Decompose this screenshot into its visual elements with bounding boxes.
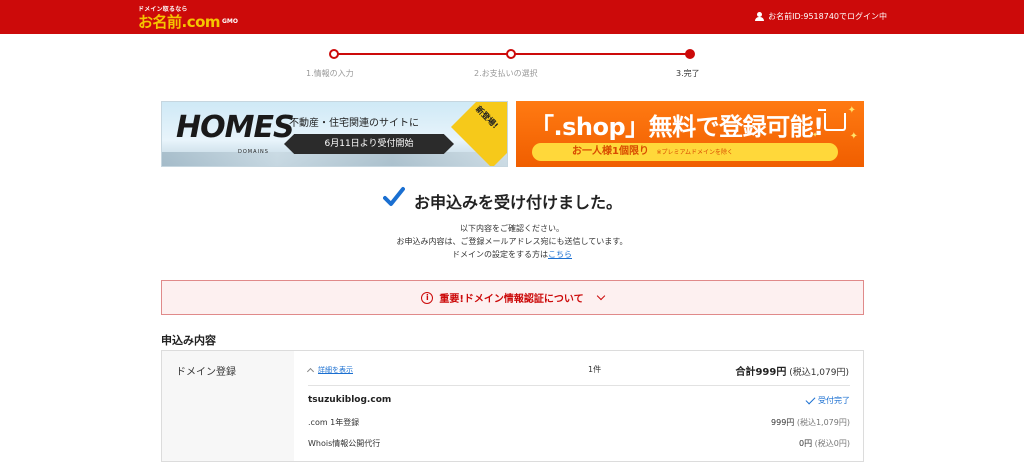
line-item: Whois情報公開代行 0円 (税込0円) <box>308 438 850 449</box>
login-text: お名前ID:9518740でログイン中 <box>768 12 887 21</box>
line-item-label: Whois情報公開代行 <box>308 439 381 448</box>
line-item-tax: (税込0円) <box>814 439 850 448</box>
step-dot-2 <box>506 49 516 59</box>
line-item-price: 999円 <box>771 418 795 427</box>
status-badge: 受付完了 <box>805 394 850 406</box>
info-icon: i <box>421 291 434 304</box>
logo-text: お名前.com <box>138 13 221 31</box>
line-item-price-wrap: 999円 (税込1,079円) <box>771 417 850 428</box>
checkmark-icon <box>383 187 405 206</box>
homes-logo-sub: DOMAINS <box>238 149 269 155</box>
order-category-cell: ドメイン登録 <box>162 351 294 461</box>
line-item: .com 1年登録 999円 (税込1,079円) <box>308 417 850 428</box>
sparkle-icon: ✦ <box>847 105 856 116</box>
homes-date-pill: 6月11日より受付開始 <box>284 134 454 154</box>
step-dot-1 <box>329 49 339 59</box>
show-details-label: 詳細を表示 <box>318 366 353 374</box>
line-item-price-wrap: 0円 (税込0円) <box>799 438 850 449</box>
confirm-line-1: 以下内容をご確認ください。 <box>460 224 564 233</box>
step-label-3: 3.完了 <box>676 69 700 78</box>
order-category: ドメイン登録 <box>176 367 236 378</box>
cart-icon <box>818 109 846 131</box>
login-status: お名前ID:9518740でログイン中 <box>755 11 887 22</box>
step-dot-3 <box>685 49 695 59</box>
confirm-line-3: ドメインの設定をする方はこちら <box>0 249 1024 260</box>
confirm-line-2: お申込み内容は、ご登録メールアドレス宛にも送信しています。 <box>396 237 628 246</box>
order-section-title: 申込み内容 <box>161 334 216 347</box>
homes-domains-banner[interactable]: HOMES DOMAINS 不動産・住宅関連のサイトに 6月11日より受付開始 … <box>161 101 508 167</box>
progress-stepper: 1.情報の入力 2.お支払いの選択 3.完了 <box>300 46 730 86</box>
site-header: ドメイン取るなら お名前.com GMO お名前ID:9518740でログイン中 <box>0 0 1024 34</box>
line-item-price: 0円 <box>799 439 813 448</box>
status-text: 受付完了 <box>818 396 850 405</box>
total-price: 合計999円 <box>735 367 787 378</box>
user-icon <box>755 12 765 21</box>
sparkle-icon: ✦ <box>849 131 858 142</box>
domain-verification-notice[interactable]: i 重要!ドメイン情報認証について <box>161 280 864 315</box>
chevron-up-icon <box>306 367 315 376</box>
domain-row: tsuzukiblog.com 受付完了 <box>308 394 850 406</box>
total-tax: (税込1,079円) <box>789 368 849 378</box>
shop-headline: 「.shop」無料で登録可能! <box>530 113 824 141</box>
homes-headline: 不動産・住宅関連のサイトに <box>289 118 419 129</box>
chevron-down-icon <box>596 291 605 301</box>
domain-name: tsuzukiblog.com <box>308 395 392 405</box>
show-details-toggle[interactable]: 詳細を表示 <box>306 365 353 376</box>
divider <box>308 385 850 386</box>
onamae-logo[interactable]: ドメイン取るなら お名前.com GMO <box>138 4 246 31</box>
confirmation-title: お申込みを受け付けました。 <box>414 193 623 212</box>
line-item-label: .com 1年登録 <box>308 418 360 427</box>
step-label-1: 1.情報の入力 <box>306 69 354 78</box>
confirm-line-3-text: ドメインの設定をする方は <box>452 250 548 259</box>
order-quantity: 1件 <box>588 365 602 374</box>
skyline-image <box>162 152 507 166</box>
line-item-tax: (税込1,079円) <box>796 418 850 427</box>
homes-logo: HOMES <box>176 110 295 145</box>
notice-text: 重要!ドメイン情報認証について <box>439 294 584 305</box>
domain-settings-link[interactable]: こちら <box>548 250 572 259</box>
step-label-2: 2.お支払いの選択 <box>474 69 538 78</box>
sparkle-icon: ✦ <box>812 131 818 139</box>
logo-gmo: GMO <box>222 18 238 25</box>
shop-pill: お一人様1個限り ※プレミアムドメインを除く <box>532 143 838 161</box>
shop-free-banner[interactable]: 「.shop」無料で登録可能! お一人様1個限り ※プレミアムドメインを除く ✦… <box>516 101 864 167</box>
order-summary: ドメイン登録 詳細を表示 1件 合計999円 (税込1,079円) tsuzuk… <box>161 350 864 462</box>
check-icon <box>805 394 816 405</box>
shop-note: ※プレミアムドメインを除く <box>656 149 734 156</box>
shop-pill-text: お一人様1個限り <box>572 146 649 157</box>
order-total: 合計999円 (税込1,079円) <box>735 363 849 378</box>
